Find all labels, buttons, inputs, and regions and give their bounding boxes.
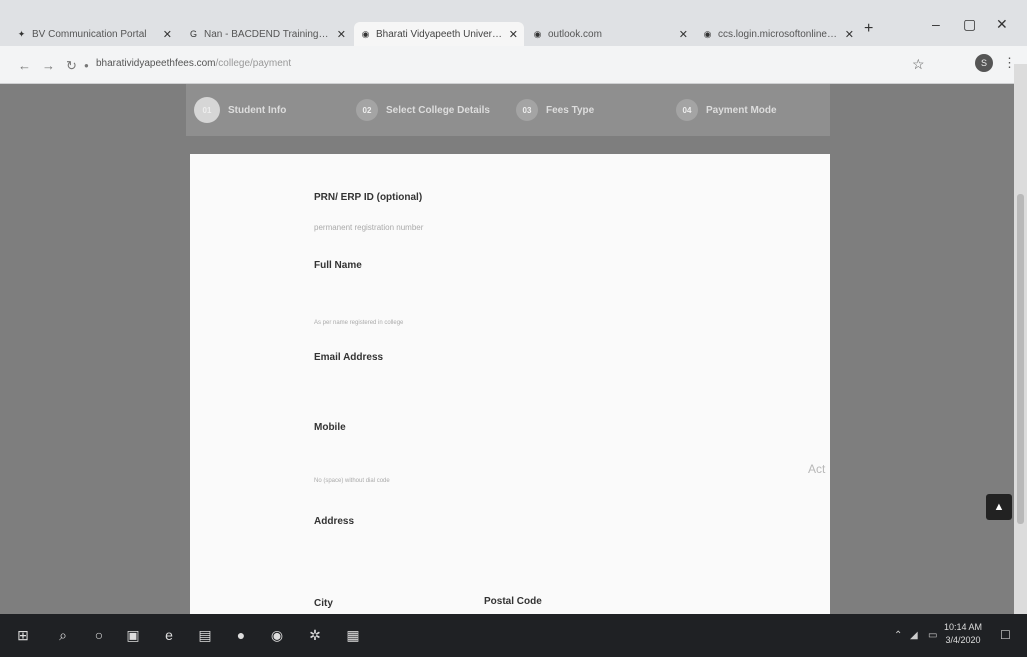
chrome-icon[interactable]: ◉ xyxy=(268,626,286,644)
close-window-icon[interactable]: ✕ xyxy=(996,16,1008,33)
mobile-input[interactable] xyxy=(314,446,694,468)
page-scrollbar[interactable] xyxy=(1014,64,1027,614)
email-input[interactable] xyxy=(314,376,694,398)
browser-tab-active[interactable]: ◉ Bharati Vidyapeeth University ✕ xyxy=(354,22,524,46)
new-tab-icon[interactable]: + xyxy=(864,20,873,38)
search-icon[interactable]: ⌕ xyxy=(54,626,72,644)
close-tab-icon[interactable]: ✕ xyxy=(163,28,172,41)
forward-icon[interactable]: → xyxy=(42,58,55,73)
tray-chevron-icon[interactable]: ⌃ xyxy=(894,630,902,641)
tab-favicon-icon: ✦ xyxy=(17,28,26,39)
prn-input[interactable] xyxy=(314,216,694,238)
taskbar-clock[interactable]: 10:14 AM 3/4/2020 xyxy=(944,621,982,647)
step-payment-mode[interactable]: 04 Payment Mode xyxy=(676,99,826,121)
cortana-icon[interactable]: ○ xyxy=(90,626,108,644)
clock-date: 3/4/2020 xyxy=(945,635,981,645)
mobile-hint: No (space) without dial code xyxy=(314,478,390,484)
form-stepper: 01 Student Info 02 Select College Detail… xyxy=(186,84,830,136)
fullname-input[interactable] xyxy=(314,284,694,306)
tab-favicon-icon: G xyxy=(189,29,197,39)
step-number: 02 xyxy=(356,99,378,121)
close-tab-icon[interactable]: ✕ xyxy=(679,28,688,41)
step-student-info[interactable]: 01 Student Info xyxy=(194,97,356,123)
browser-tab[interactable]: ✦ BV Communication Portal ✕ xyxy=(10,22,178,46)
address-input[interactable] xyxy=(314,540,694,562)
tab-title: BV Communication Portal xyxy=(32,28,147,40)
app-icon[interactable]: ● xyxy=(232,626,250,644)
scrollbar-thumb[interactable] xyxy=(1017,194,1024,524)
browser-tab[interactable]: G Nan - BACDEND Training&Pl ✕ xyxy=(182,22,352,46)
reload-icon[interactable]: ↻ xyxy=(66,58,77,74)
step-label: Select College Details xyxy=(386,104,490,116)
chevron-up-icon: ▲ xyxy=(993,501,1005,513)
close-tab-icon[interactable]: ✕ xyxy=(337,28,346,41)
step-college-details[interactable]: 02 Select College Details xyxy=(356,99,516,121)
tab-title: Bharati Vidyapeeth University xyxy=(376,28,503,40)
city-label: City xyxy=(314,598,333,609)
tab-title: ccs.login.microsoftonline.com xyxy=(718,28,839,40)
bookmark-star-icon[interactable]: ☆ xyxy=(912,56,925,73)
tab-favicon-icon: ◉ xyxy=(703,28,712,39)
tab-favicon-icon: ◉ xyxy=(361,28,370,39)
app-icon[interactable]: ✲ xyxy=(306,626,324,644)
store-icon[interactable]: ▣ xyxy=(124,626,142,644)
address-bar-row: ← → ↻ ● bharatividyapeethfees.com/colleg… xyxy=(0,46,1027,84)
tab-title: outlook.com xyxy=(548,28,602,40)
lock-icon: ● xyxy=(84,61,89,70)
url-host: bharatividyapeethfees.com xyxy=(96,58,216,69)
tab-favicon-icon: ◉ xyxy=(533,28,542,39)
browser-tab[interactable]: ◉ ccs.login.microsoftonline.com ✕ xyxy=(696,22,860,46)
address-bar[interactable]: bharatividyapeethfees.com/college/paymen… xyxy=(96,58,291,69)
profile-avatar[interactable]: S xyxy=(975,54,993,72)
student-info-form: PRN/ ERP ID (optional) Full Name As per … xyxy=(190,154,830,614)
browser-tab[interactable]: ◉ outlook.com ✕ xyxy=(526,22,694,46)
mobile-label: Mobile xyxy=(314,422,346,433)
excel-icon[interactable]: ▦ xyxy=(344,626,362,644)
postal-code-label: Postal Code xyxy=(484,596,542,607)
maximize-icon[interactable]: ▢ xyxy=(963,16,976,33)
step-fees-type[interactable]: 03 Fees Type xyxy=(516,99,676,121)
windows-taskbar: ⊞ ⌕ ○ ▣ e ▤ ● ◉ ✲ ▦ ⌃ ◢ ▭ 10:14 AM 3/4/2… xyxy=(0,614,1027,657)
minimize-icon[interactable]: – xyxy=(932,16,940,32)
step-number: 01 xyxy=(194,97,220,123)
step-label: Fees Type xyxy=(546,104,595,116)
close-tab-icon[interactable]: ✕ xyxy=(845,28,854,41)
prn-label: PRN/ ERP ID (optional) xyxy=(314,192,423,203)
close-tab-icon[interactable]: ✕ xyxy=(509,28,518,41)
network-icon[interactable]: ◢ xyxy=(910,630,918,641)
step-number: 04 xyxy=(676,99,698,121)
windows-start-icon[interactable]: ⊞ xyxy=(14,626,32,644)
activate-windows-watermark: Act xyxy=(808,462,826,476)
step-label: Student Info xyxy=(228,104,287,116)
step-number: 03 xyxy=(516,99,538,121)
tab-title: Nan - BACDEND Training&Pl xyxy=(204,28,331,40)
fullname-label: Full Name xyxy=(314,260,362,271)
scroll-to-top-button[interactable]: ▲ xyxy=(986,494,1012,520)
url-path: /college/payment xyxy=(215,58,292,69)
notifications-icon[interactable]: ☐ xyxy=(1000,628,1011,642)
email-label: Email Address xyxy=(314,352,384,363)
file-explorer-icon[interactable]: ▤ xyxy=(196,626,214,644)
address-label: Address xyxy=(314,516,355,527)
clock-time: 10:14 AM xyxy=(944,622,983,632)
browser-tabstrip: ✦ BV Communication Portal ✕ G Nan - BACD… xyxy=(0,0,1027,46)
page-content: 01 Student Info 02 Select College Detail… xyxy=(0,84,1014,614)
edge-icon[interactable]: e xyxy=(160,626,178,644)
back-icon[interactable]: ← xyxy=(18,58,31,73)
battery-icon[interactable]: ▭ xyxy=(928,630,937,641)
fullname-hint: As per name registered in college xyxy=(314,320,404,326)
step-label: Payment Mode xyxy=(706,104,777,116)
